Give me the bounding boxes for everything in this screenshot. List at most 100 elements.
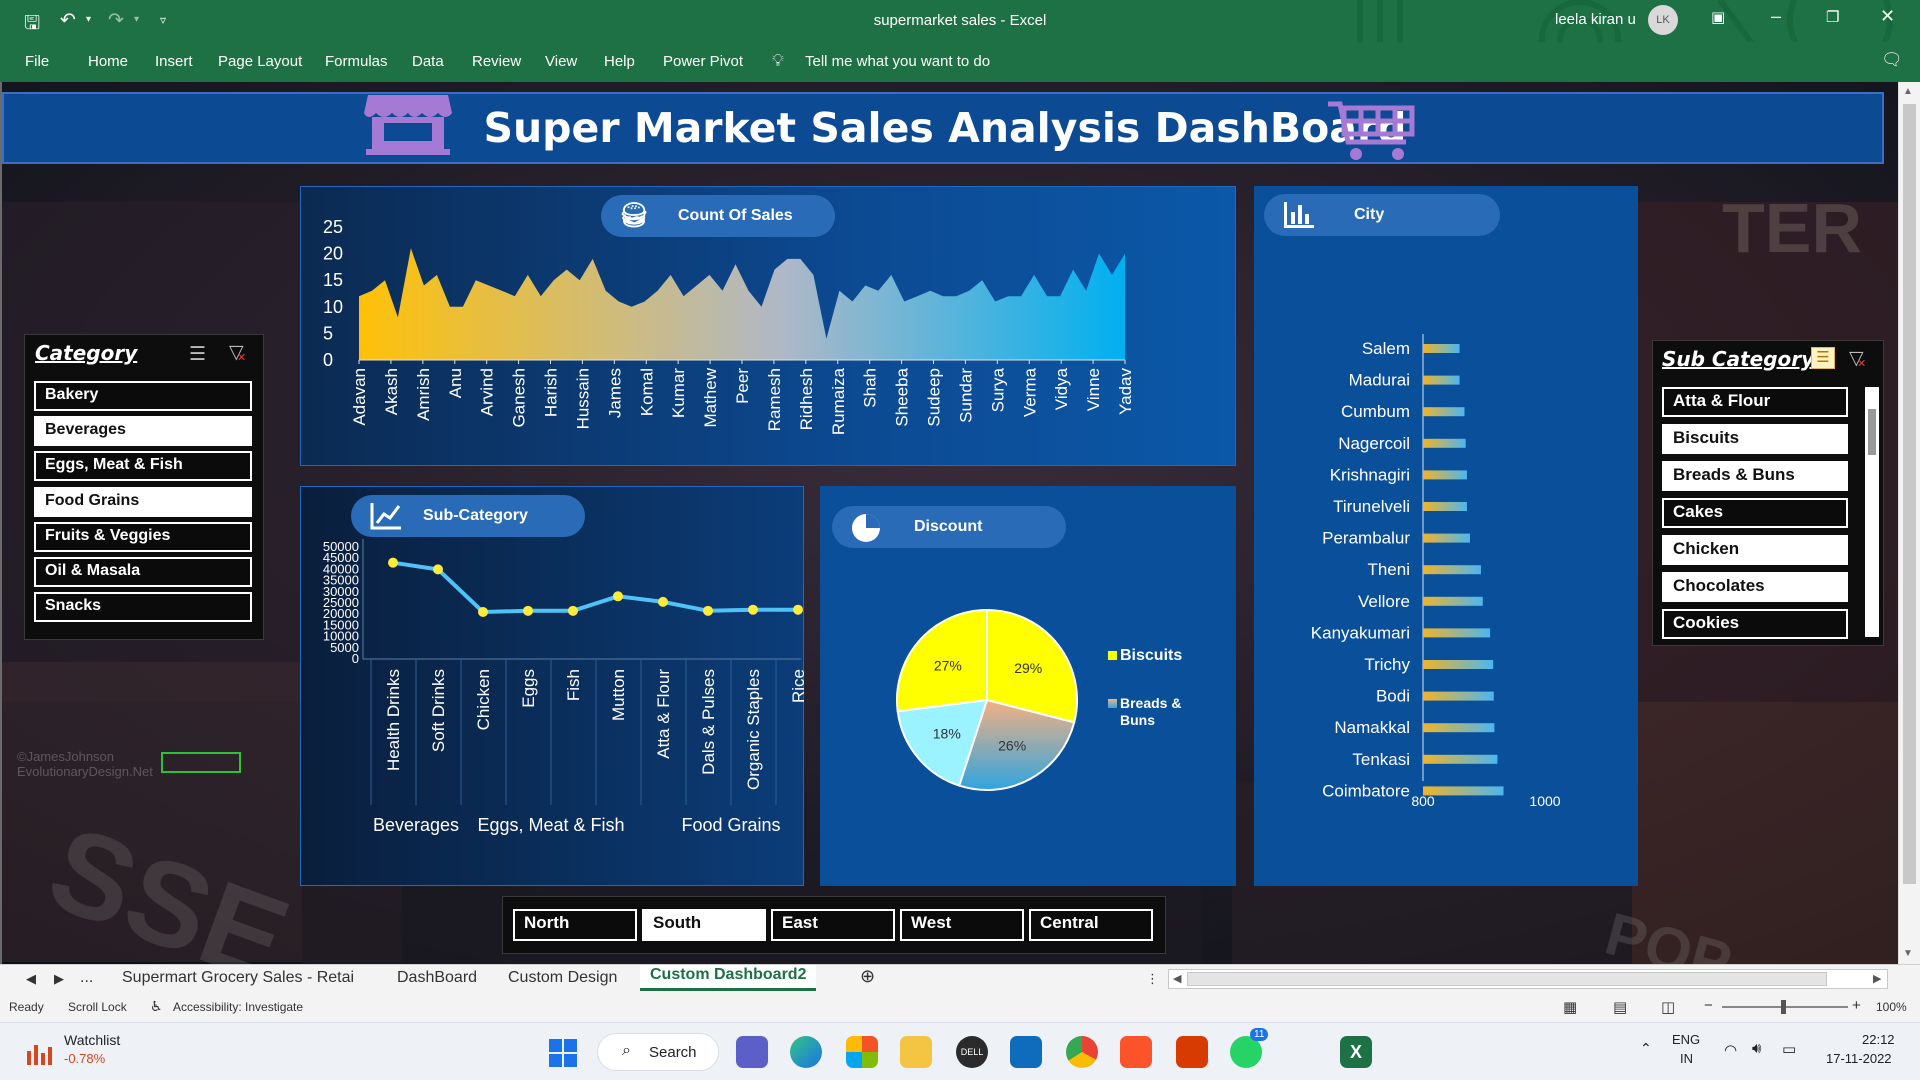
close-icon[interactable]: ✕ — [1880, 6, 1895, 27]
chrome-icon[interactable] — [1066, 1036, 1098, 1068]
worksheet[interactable]: TER SSE POP ©JamesJohnson EvolutionaryDe… — [0, 82, 1898, 964]
city-panel: City Salem Madurai Cumbum Nagercoil Krishnag… — [1254, 186, 1638, 886]
count-x-tick: Komal — [637, 368, 656, 416]
city-bar-tenkasi — [1423, 754, 1498, 764]
region-item-east[interactable]: East — [771, 909, 895, 941]
zoom-out-icon[interactable]: − — [1704, 997, 1713, 1014]
accessibility-icon[interactable]: ♿ — [150, 998, 163, 1015]
excel-icon[interactable]: X — [1340, 1036, 1372, 1068]
page-layout-view-icon[interactable]: ▤ — [1613, 998, 1627, 1016]
zoom-in-icon[interactable]: + — [1852, 997, 1861, 1014]
horizontal-scrollbar[interactable]: ◀ ▶ — [1168, 969, 1888, 989]
subcat-x-tick: Rice — [789, 669, 805, 703]
clear-filter-icon[interactable]: ▽ ✕ — [1849, 347, 1866, 370]
sub-category-item-atta-and-flour[interactable]: Atta & Flour — [1662, 387, 1848, 417]
mail-icon[interactable] — [1010, 1036, 1042, 1068]
new-sheet-icon[interactable]: ⊕ — [860, 966, 875, 987]
tab-home[interactable]: Home — [88, 53, 128, 70]
minimize-icon[interactable]: – — [1771, 6, 1781, 27]
multi-select-icon[interactable]: ☰ — [1811, 347, 1835, 369]
avatar[interactable]: LK — [1648, 5, 1678, 35]
sub-category-item-chicken[interactable]: Chicken — [1662, 535, 1848, 565]
tab-file[interactable]: File — [25, 53, 49, 70]
sub-category-item-breads-and-buns[interactable]: Breads & Buns — [1662, 461, 1848, 491]
ribbon-display-options-icon[interactable]: ▣ — [1711, 8, 1725, 26]
clear-filter-icon[interactable]: ▽ ✕ — [229, 341, 246, 364]
sub-category-item-chocolates[interactable]: Chocolates — [1662, 572, 1848, 602]
watchlist-title[interactable]: Watchlist — [64, 1032, 120, 1048]
normal-view-icon[interactable]: ▦ — [1563, 998, 1577, 1016]
battery-icon[interactable]: ▭ — [1782, 1040, 1796, 1058]
status-accessibility[interactable]: Accessibility: Investigate — [173, 1000, 303, 1014]
horizontal-scroll-thumb[interactable] — [1187, 972, 1827, 986]
sheet-tab-4[interactable]: Custom Dashboard2 — [640, 965, 817, 991]
tell-me-search[interactable]: Tell me what you want to do — [805, 53, 990, 70]
tab-insert[interactable]: Insert — [155, 53, 193, 70]
category-item-bakery[interactable]: Bakery — [34, 381, 252, 411]
tab-page-layout[interactable]: Page Layout — [218, 53, 302, 70]
scrollbar-thumb[interactable] — [1903, 104, 1916, 884]
sheet-tab-3[interactable]: Custom Design — [508, 969, 617, 987]
region-label[interactable]: IN — [1680, 1051, 1693, 1066]
tab-view[interactable]: View — [545, 53, 577, 70]
scroll-left-icon[interactable]: ◀ — [1173, 972, 1181, 985]
taskbar-search[interactable]: ⌕ Search — [597, 1033, 719, 1071]
comments-icon[interactable]: 🗨︎ — [1881, 50, 1903, 70]
category-item-snacks[interactable]: Snacks — [34, 592, 252, 623]
clock-date[interactable]: 17-11-2022 — [1826, 1051, 1892, 1066]
city-label-perambalur: Perambalur — [1322, 529, 1410, 548]
prev-sheet-icon[interactable]: ◀ — [26, 971, 36, 987]
scroll-down-icon[interactable]: ▼ — [1903, 948, 1913, 959]
sub-category-item-cookies[interactable]: Cookies — [1662, 609, 1848, 639]
scroll-right-icon[interactable]: ▶ — [1873, 972, 1881, 985]
region-item-west[interactable]: West — [900, 909, 1024, 941]
tab-review[interactable]: Review — [472, 53, 521, 70]
pie-data-label: 27% — [934, 657, 962, 673]
zoom-slider[interactable] — [1722, 1000, 1848, 1014]
language-label[interactable]: ENG — [1672, 1032, 1700, 1047]
clock-time[interactable]: 22:12 — [1862, 1032, 1895, 1047]
volume-icon[interactable]: 🔊︎ — [1752, 1040, 1761, 1057]
brave-icon[interactable] — [1120, 1036, 1152, 1068]
sheet-tab-2[interactable]: DashBoard — [397, 969, 477, 987]
subcat-x-tick: Fish — [564, 669, 583, 701]
next-sheet-icon[interactable]: ▶ — [54, 971, 64, 987]
file-explorer-icon[interactable] — [900, 1036, 932, 1068]
zoom-level[interactable]: 100% — [1876, 1000, 1907, 1014]
restore-icon[interactable]: ❐ — [1826, 8, 1839, 26]
sheet-tab-1[interactable]: Supermart Grocery Sales - Retai — [122, 969, 354, 987]
subcat-x-tick: Dals & Pulses — [699, 669, 718, 775]
region-item-north[interactable]: North — [513, 909, 637, 941]
office-icon[interactable] — [1176, 1036, 1208, 1068]
tab-power-pivot[interactable]: Power Pivot — [663, 53, 743, 70]
watchlist-icon[interactable] — [24, 1037, 54, 1067]
whatsapp-icon[interactable]: 11 — [1230, 1028, 1269, 1068]
category-item-food-grains[interactable]: Food Grains — [34, 486, 252, 517]
tab-formulas[interactable]: Formulas — [325, 53, 388, 70]
start-icon[interactable] — [548, 1038, 578, 1068]
category-item-oil-and-masala[interactable]: Oil & Masala — [34, 557, 252, 587]
edge-icon[interactable] — [790, 1036, 822, 1068]
tab-split-icon[interactable]: ⋮ — [1146, 971, 1159, 987]
wifi-icon[interactable]: ◠ — [1724, 1041, 1737, 1059]
sub-category-item-biscuits[interactable]: Biscuits — [1662, 424, 1848, 454]
teams-icon[interactable] — [736, 1036, 768, 1068]
vertical-scrollbar[interactable]: ▲ ▼ — [1898, 82, 1920, 964]
page-break-view-icon[interactable]: ◫ — [1661, 998, 1675, 1016]
user-name[interactable]: leela kiran u — [1555, 11, 1636, 28]
tab-help[interactable]: Help — [604, 53, 635, 70]
category-item-beverages[interactable]: Beverages — [34, 416, 252, 447]
region-item-central[interactable]: Central — [1029, 909, 1153, 941]
more-sheets-button[interactable]: ... — [80, 969, 93, 987]
dell-icon[interactable]: DELL — [956, 1036, 988, 1068]
scroll-up-icon[interactable]: ▲ — [1903, 86, 1913, 97]
sub-category-item-cakes[interactable]: Cakes — [1662, 498, 1848, 528]
multi-select-icon[interactable]: ☰ — [189, 343, 206, 366]
slicer-scrollbar[interactable] — [1865, 387, 1879, 637]
tab-data[interactable]: Data — [412, 53, 444, 70]
category-item-eggs-meat-and-fish[interactable]: Eggs, Meat & Fish — [34, 451, 252, 482]
category-item-fruits-and-veggies[interactable]: Fruits & Veggies — [34, 521, 252, 552]
store-app-icon[interactable] — [846, 1036, 878, 1068]
show-hidden-icons[interactable]: ⌃ — [1640, 1040, 1652, 1057]
region-item-south[interactable]: South — [642, 909, 766, 941]
